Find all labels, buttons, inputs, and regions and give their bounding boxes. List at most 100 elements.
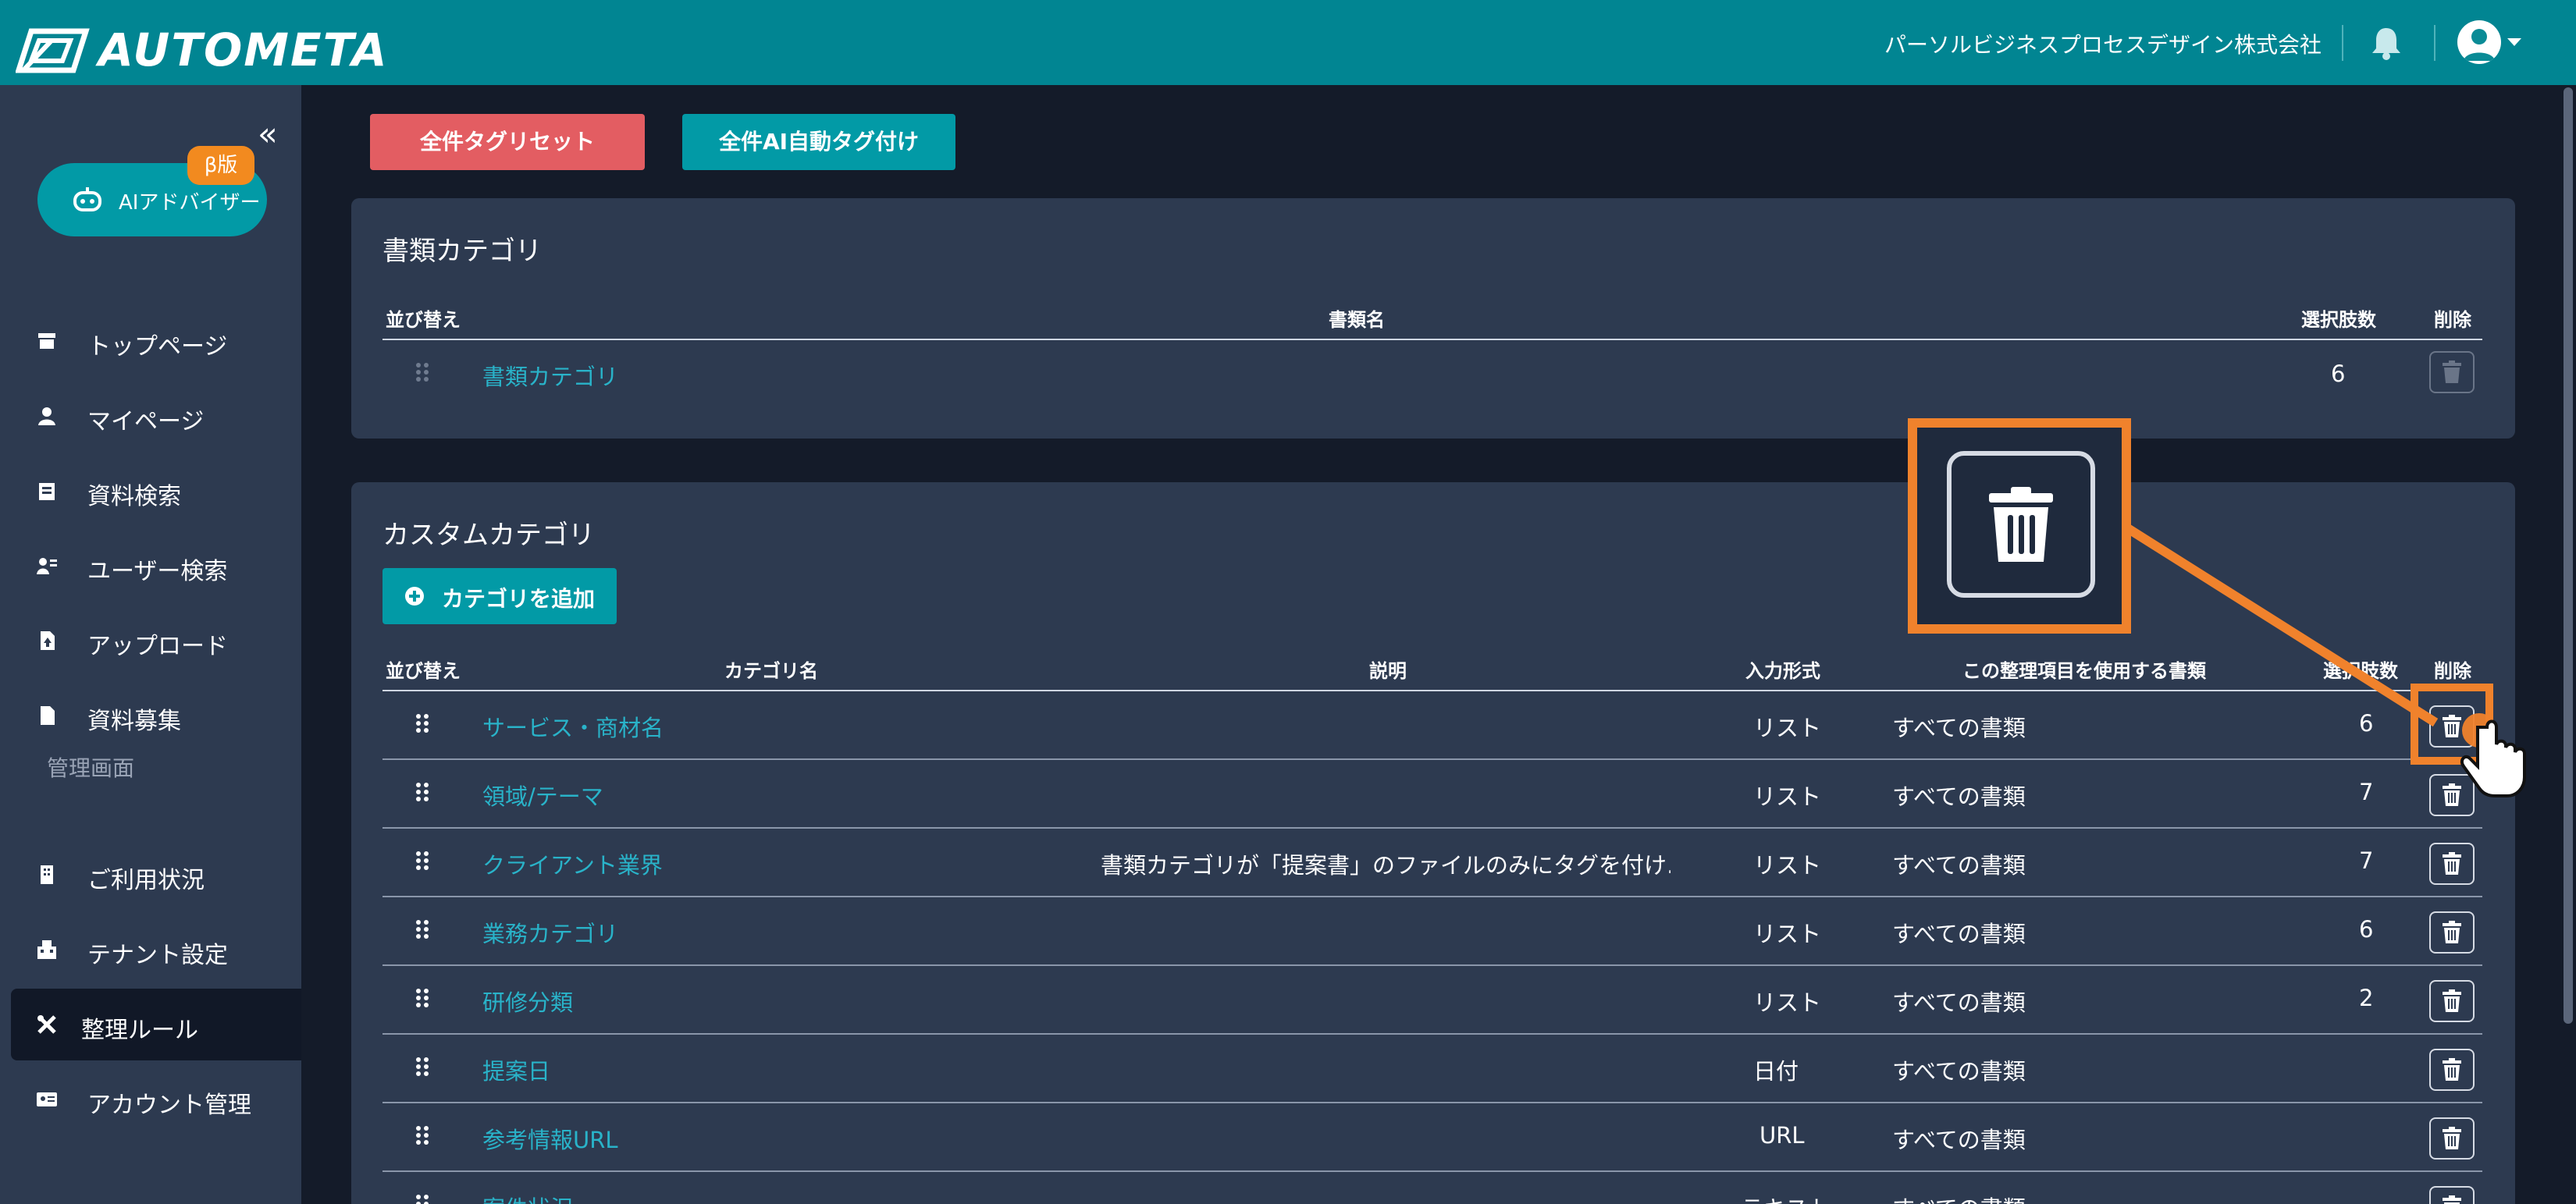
row-divider <box>382 964 2482 966</box>
used-documents: すべての書類 <box>1892 921 2026 947</box>
drag-handle-icon[interactable] <box>415 1125 429 1145</box>
id-card-icon <box>37 1092 57 1106</box>
drag-handle-icon[interactable] <box>415 919 429 939</box>
delete-button[interactable] <box>2429 1117 2475 1160</box>
drag-handle-icon[interactable] <box>415 851 429 871</box>
used-documents: すべての書類 <box>1892 715 2026 741</box>
upload-icon <box>41 631 55 650</box>
input-type: リスト <box>1753 852 1822 879</box>
trash-icon <box>2443 1195 2461 1204</box>
used-documents: すべての書類 <box>1892 989 2026 1016</box>
nav-item-label: アカウント管理 <box>87 1092 251 1119</box>
admin-section-label: 管理画面 <box>47 755 135 781</box>
row-divider <box>382 758 2482 760</box>
choices-count: 6 <box>2331 360 2346 387</box>
trash-icon <box>2443 852 2461 875</box>
category-name-link[interactable]: クライアント業界 <box>482 847 663 880</box>
delete-button[interactable] <box>2429 980 2475 1022</box>
delete-button[interactable] <box>2429 1186 2475 1204</box>
delete-button <box>2429 351 2475 393</box>
trash-icon <box>1989 487 2053 562</box>
category-name-link[interactable]: 参考情報URL <box>482 1122 618 1155</box>
ai-advisor-label: AIアドバイザー <box>119 191 261 215</box>
column-header-sort: 並び替え <box>386 660 461 682</box>
scrollbar[interactable] <box>2564 87 2573 1024</box>
category-name-link[interactable]: 研修分類 <box>482 985 573 1018</box>
input-type: リスト <box>1753 783 1822 810</box>
add-category-label: カテゴリを追加 <box>442 586 596 612</box>
nav-item-label: ご利用状況 <box>87 867 205 894</box>
header-divider <box>2342 25 2343 61</box>
document-category-name-link[interactable]: 書類カテゴリ <box>482 359 618 392</box>
zoomed-delete-button <box>1947 451 2095 598</box>
nav-item-account-management[interactable]: アカウント管理 <box>0 1064 301 1135</box>
nav-item-label: 資料募集 <box>87 708 181 735</box>
nav-item-label: マイページ <box>87 408 205 435</box>
header-divider <box>382 690 2482 691</box>
delete-button[interactable] <box>2429 1049 2475 1091</box>
used-documents: すべての書類 <box>1892 852 2026 879</box>
drag-handle-icon[interactable] <box>415 1057 429 1077</box>
column-header-choices: 選択肢数 <box>2323 660 2398 682</box>
bell-icon[interactable] <box>2367 25 2406 61</box>
nav-item-upload[interactable]: アップロード <box>0 605 301 677</box>
nav-item-usage[interactable]: ご利用状況 <box>0 839 301 911</box>
nav-item-label: トップページ <box>87 333 228 360</box>
input-type: リスト <box>1753 715 1822 741</box>
drag-handle-icon[interactable] <box>415 713 429 733</box>
app-header: AUTOMETA パーソルビジネスプロセスデザイン株式会社 <box>0 0 2576 85</box>
nav-item-label: 資料検索 <box>87 483 181 510</box>
delete-button[interactable] <box>2429 843 2475 885</box>
category-name-link[interactable]: 業務カテゴリ <box>482 916 618 949</box>
category-name-link[interactable]: 領域/テーマ <box>482 779 603 812</box>
file-icon <box>41 706 55 725</box>
building-icon <box>41 865 53 884</box>
collapse-sidebar-icon[interactable]: « <box>258 118 278 151</box>
column-header-description: 説明 <box>1369 660 1407 682</box>
ai-auto-tag-all-button[interactable]: 全件AI自動タグ付け <box>682 114 955 170</box>
column-header-choices: 選択肢数 <box>2301 309 2376 331</box>
category-name-link[interactable]: サービス・商材名 <box>482 710 664 743</box>
drag-handle-icon[interactable] <box>415 782 429 802</box>
reset-all-tags-button[interactable]: 全件タグリセット <box>370 114 645 170</box>
nav-item-tenant-settings[interactable]: テナント設定 <box>0 914 301 986</box>
logo[interactable]: AUTOMETA <box>16 23 389 76</box>
column-header-category-name: カテゴリ名 <box>724 660 818 682</box>
add-category-button[interactable]: カテゴリを追加 <box>382 568 617 624</box>
nav-item-organize-rules[interactable]: 整理ルール <box>11 989 301 1060</box>
used-documents: すべての書類 <box>1892 1058 2026 1085</box>
nav-item-mypage[interactable]: マイページ <box>0 380 301 452</box>
custom-category-panel: カスタムカテゴリ カテゴリを追加 並び替え カテゴリ名 説明 入力形式 この整理… <box>351 482 2515 1204</box>
company-name: パーソルビジネスプロセスデザイン株式会社 <box>1884 32 2322 58</box>
input-type: 日付 <box>1753 1058 1799 1085</box>
chevron-down-icon[interactable] <box>2506 36 2523 48</box>
nav-item-top[interactable]: トップページ <box>0 305 301 377</box>
nav-item-user-search[interactable]: ユーザー検索 <box>0 530 301 602</box>
input-type: URL <box>1759 1122 1805 1149</box>
drag-handle-icon[interactable] <box>415 988 429 1008</box>
trash-icon <box>2443 1058 2461 1081</box>
category-name-link[interactable]: 案件状況 <box>482 1191 573 1204</box>
nav-item-material-request[interactable]: 資料募集 <box>0 680 301 751</box>
person-icon <box>38 407 55 425</box>
drag-handle-icon[interactable] <box>415 1194 429 1204</box>
delete-button[interactable] <box>2429 911 2475 954</box>
row-divider <box>382 1102 2482 1103</box>
column-header-delete: 削除 <box>2434 660 2471 682</box>
trash-icon <box>2443 1127 2461 1149</box>
user-avatar-icon[interactable] <box>2457 20 2501 64</box>
nav-item-label: テナント設定 <box>87 942 228 969</box>
input-type: リスト <box>1753 989 1822 1016</box>
choices-count: 7 <box>2359 847 2374 874</box>
category-name-link[interactable]: 提案日 <box>482 1053 550 1086</box>
used-documents: すべての書類 <box>1892 1127 2026 1153</box>
nav-item-document-search[interactable]: 資料検索 <box>0 455 301 527</box>
input-type: テキスト <box>1741 1191 1831 1204</box>
store-icon <box>38 333 55 349</box>
logo-text: AUTOMETA <box>98 23 389 76</box>
header-divider <box>382 339 2482 340</box>
drag-handle-icon[interactable] <box>415 362 429 382</box>
column-header-sort: 並び替え <box>386 309 461 331</box>
row-divider <box>382 1170 2482 1172</box>
column-header-used-documents: この整理項目を使用する書類 <box>1962 660 2206 682</box>
